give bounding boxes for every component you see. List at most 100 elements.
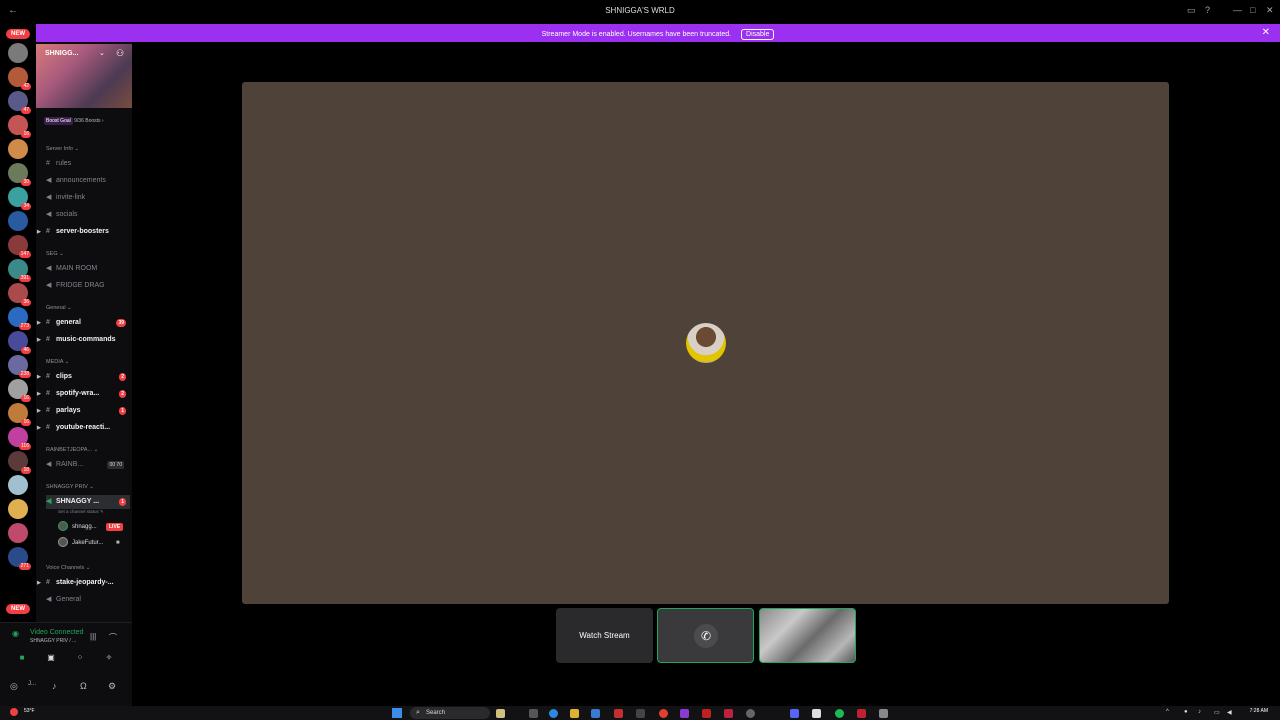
channel-clips[interactable]: ▶ # clips 2 bbox=[37, 370, 130, 384]
app-icon[interactable] bbox=[724, 709, 733, 718]
category-voice-channels[interactable]: Voice Channels ⌄ bbox=[46, 565, 90, 571]
disconnect-icon[interactable]: ⌒ bbox=[109, 632, 117, 643]
server-icon[interactable]: 47 bbox=[8, 91, 31, 114]
edge-icon[interactable] bbox=[549, 709, 558, 718]
voice-user[interactable]: shnagg... LIVE bbox=[58, 521, 124, 533]
server-icon[interactable]: 16 bbox=[8, 379, 31, 402]
app-icon[interactable] bbox=[614, 709, 623, 718]
screen-share-button[interactable]: ▣ bbox=[41, 651, 61, 665]
voice-channel-rainb[interactable]: ◀ RAINB... 00 70 bbox=[46, 458, 130, 472]
server-icon[interactable]: 34 bbox=[8, 187, 31, 210]
clock[interactable]: 7:28 AM bbox=[1250, 708, 1268, 714]
close-banner-icon[interactable]: ✕ bbox=[1262, 27, 1270, 38]
voice-channel-general[interactable]: ◀ General bbox=[46, 593, 130, 607]
voice-channel-path[interactable]: SHNAGGY PRIV / ... bbox=[30, 638, 76, 644]
tray-chevron-icon[interactable]: ^ bbox=[1166, 709, 1169, 715]
server-icon[interactable]: 147 bbox=[8, 235, 31, 258]
server-icon[interactable] bbox=[8, 43, 28, 63]
voice-user[interactable]: JakeFutur... ■ bbox=[58, 537, 120, 549]
app-icon[interactable] bbox=[680, 709, 689, 718]
server-icon[interactable]: 238 bbox=[8, 355, 31, 378]
signal-icon[interactable]: ◉ bbox=[12, 629, 19, 638]
app-icon[interactable] bbox=[636, 709, 645, 718]
server-icon[interactable]: 46 bbox=[8, 331, 31, 354]
server-icon[interactable] bbox=[8, 139, 28, 159]
app-icon[interactable] bbox=[857, 709, 866, 718]
app-icon[interactable] bbox=[746, 709, 755, 718]
discord-icon[interactable] bbox=[790, 709, 799, 718]
channel-server-boosters[interactable]: ▶ # server-boosters bbox=[37, 225, 130, 239]
mic-tray-icon[interactable]: ♪ bbox=[1198, 709, 1201, 715]
category-general[interactable]: General ⌄ bbox=[46, 305, 72, 311]
activities-button[interactable]: ⁘ bbox=[70, 651, 90, 665]
help-icon[interactable]: ? bbox=[1205, 5, 1210, 15]
chrome-icon[interactable] bbox=[659, 709, 668, 718]
set-channel-status[interactable]: Set a channel status ✎ bbox=[58, 509, 104, 515]
weather-icon[interactable] bbox=[10, 708, 18, 716]
voice-channel-fridge-drag[interactable]: ◀ FRIDGE DRAG bbox=[46, 279, 130, 293]
camera-feed-tile[interactable] bbox=[759, 608, 856, 663]
chevron-down-icon[interactable]: ⌄ bbox=[99, 49, 105, 57]
server-icon[interactable] bbox=[8, 211, 28, 231]
settings-gear-icon[interactable]: ⚙ bbox=[108, 681, 116, 692]
channel-socials[interactable]: ◀ socials bbox=[46, 208, 130, 222]
category-media[interactable]: MEDIA ⌄ bbox=[46, 359, 69, 365]
invite-people-icon[interactable]: ⚇ bbox=[116, 48, 124, 59]
server-icon[interactable]: 18 bbox=[8, 451, 31, 474]
channel-announcements[interactable]: ◀ announcements bbox=[46, 174, 130, 188]
channel-youtube[interactable]: ▶ # youtube-reacti... bbox=[37, 421, 130, 435]
close-window-button[interactable]: ✕ bbox=[1266, 5, 1274, 16]
spotify-icon[interactable] bbox=[835, 709, 844, 718]
server-icon[interactable]: 273 bbox=[8, 307, 31, 330]
channel-stake-jeopardy[interactable]: ▶ # stake-jeopardy-... bbox=[37, 576, 130, 590]
start-button[interactable] bbox=[392, 708, 402, 718]
inbox-icon[interactable]: ▭ bbox=[1187, 5, 1196, 16]
boost-goal[interactable]: Boost Goal 9/36 Boosts › bbox=[44, 117, 104, 125]
category-seg[interactable]: SEG ⌄ bbox=[46, 251, 64, 257]
file-explorer-icon[interactable] bbox=[570, 709, 579, 718]
server-icon[interactable]: 36 bbox=[8, 283, 31, 306]
camera-button[interactable]: ■ bbox=[12, 651, 32, 665]
server-name[interactable]: SHNIGG... bbox=[45, 50, 78, 57]
channel-rules[interactable]: # rules bbox=[46, 157, 130, 171]
category-server-info[interactable]: Server Info ⌄ bbox=[46, 146, 79, 152]
tray-icon[interactable]: ● bbox=[1184, 709, 1188, 715]
app-icon[interactable] bbox=[496, 709, 505, 718]
app-icon[interactable] bbox=[529, 709, 538, 718]
app-icon[interactable] bbox=[591, 709, 600, 718]
channel-parlays[interactable]: ▶ # parlays 1 bbox=[37, 404, 130, 418]
app-icon[interactable] bbox=[812, 709, 821, 718]
server-icon[interactable]: 16 bbox=[8, 403, 31, 426]
server-icon[interactable]: 116 bbox=[8, 427, 31, 450]
avatar[interactable]: ◎ bbox=[10, 681, 18, 692]
monitor-tray-icon[interactable]: ▭ bbox=[1214, 709, 1220, 716]
app-icon[interactable] bbox=[702, 709, 711, 718]
app-icon[interactable] bbox=[879, 709, 888, 718]
video-stage[interactable] bbox=[242, 82, 1169, 604]
weather-widget[interactable]: 53°F bbox=[24, 708, 35, 714]
soundboard-button[interactable]: ✧ bbox=[99, 651, 119, 665]
minimize-button[interactable]: — bbox=[1233, 5, 1242, 15]
noise-suppression-icon[interactable]: ||| bbox=[90, 632, 96, 641]
voice-channel-shnaggy[interactable]: ◀ SHNAGGY ... 1 bbox=[46, 495, 130, 509]
channel-spotify[interactable]: ▶ # spotify-wra... 2 bbox=[37, 387, 130, 401]
volume-icon[interactable]: ◀ bbox=[1227, 709, 1232, 716]
channel-invite-link[interactable]: ◀ invite-link bbox=[46, 191, 130, 205]
category-rainbet[interactable]: RAINBETJEOPA... ⌄ bbox=[46, 447, 98, 453]
microphone-icon[interactable]: ♪ bbox=[52, 681, 57, 691]
server-icon[interactable] bbox=[8, 475, 28, 495]
server-icon[interactable] bbox=[8, 499, 28, 519]
server-icon[interactable]: 391 bbox=[8, 259, 31, 282]
server-icon[interactable]: 16 bbox=[8, 115, 31, 138]
taskbar-search[interactable]: ⌕ Search bbox=[410, 707, 490, 719]
category-priv[interactable]: SHNAGGY PRIV ⌄ bbox=[46, 484, 94, 490]
call-tile[interactable]: ✆ bbox=[657, 608, 754, 663]
server-icon[interactable]: 42 bbox=[8, 67, 31, 90]
server-icon[interactable]: 30 bbox=[8, 163, 31, 186]
channel-general[interactable]: ▶ # general 39 bbox=[37, 316, 130, 330]
server-icon[interactable]: 271 bbox=[8, 547, 31, 570]
maximize-button[interactable]: □ bbox=[1250, 5, 1255, 15]
watch-stream-tile[interactable]: Watch Stream bbox=[556, 608, 653, 663]
server-icon[interactable] bbox=[8, 523, 28, 543]
channel-music-commands[interactable]: ▶ # music-commands bbox=[37, 333, 130, 347]
